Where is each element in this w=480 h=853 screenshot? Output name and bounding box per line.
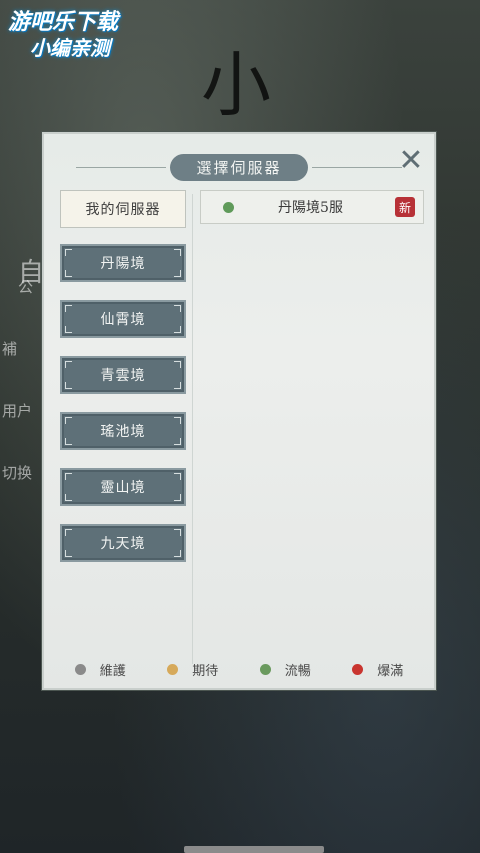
region-label: 靈山境 — [100, 480, 146, 496]
legend-dot-red — [352, 663, 364, 675]
server-select-dialog: 選擇伺服器 ✕ 我的伺服器 丹陽境 仙霄境 青雲境 瑤池境 靈山境 九天境 丹陽… — [42, 132, 436, 690]
legend-expected: 期待 — [167, 660, 218, 679]
close-x-icon: ✕ — [398, 143, 424, 178]
legend-label: 期待 — [192, 663, 219, 679]
background-title-glyph: 小 — [201, 44, 271, 126]
watermark-line-2: 小编亲测 — [30, 36, 110, 60]
legend-dot-yellow — [167, 663, 179, 675]
region-tab-yaochi[interactable]: 瑤池境 — [60, 412, 186, 450]
region-label: 九天境 — [100, 536, 146, 552]
region-list: 我的伺服器 丹陽境 仙霄境 青雲境 瑤池境 靈山境 九天境 — [60, 190, 188, 562]
status-legend: 維護 期待 流暢 爆滿 — [44, 656, 434, 682]
region-label: 青雲境 — [100, 368, 146, 384]
bg-side-text-2: 公 — [18, 278, 34, 296]
bg-side-text-5: 切换 — [2, 464, 33, 482]
legend-dot-green — [259, 663, 271, 675]
legend-label: 爆滿 — [377, 663, 404, 679]
region-tab-lingshan[interactable]: 靈山境 — [60, 468, 186, 506]
legend-label: 維護 — [99, 663, 126, 679]
title-ornament-right — [311, 166, 402, 168]
watermark-line-1: 游吧乐下载 — [8, 10, 119, 35]
bg-side-text-4: 用户 — [2, 402, 33, 420]
column-divider — [192, 194, 193, 664]
legend-full: 爆滿 — [352, 660, 403, 679]
bg-side-text-3: 補 — [2, 340, 18, 358]
my-servers-tab[interactable]: 我的伺服器 — [60, 190, 186, 228]
region-label: 丹陽境 — [100, 256, 146, 272]
region-tab-qingyun[interactable]: 青雲境 — [60, 356, 186, 394]
home-indicator — [184, 846, 324, 853]
dialog-title: 選擇伺服器 — [170, 153, 308, 181]
close-button[interactable]: ✕ — [394, 144, 428, 178]
region-tab-xianxiao[interactable]: 仙霄境 — [60, 300, 186, 338]
server-item[interactable]: 丹陽境5服 新 — [200, 190, 424, 224]
legend-smooth: 流暢 — [259, 660, 311, 679]
legend-label: 流暢 — [284, 663, 311, 679]
dialog-header: 選擇伺服器 — [44, 153, 434, 181]
server-status-dot — [223, 201, 234, 213]
region-tab-danyang[interactable]: 丹陽境 — [60, 244, 186, 282]
server-name: 丹陽境5服 — [278, 200, 343, 216]
watermark: 游吧乐下载 小编亲测 — [8, 10, 158, 60]
region-label: 瑤池境 — [100, 424, 146, 440]
region-label: 仙霄境 — [100, 312, 146, 328]
title-ornament-left — [76, 166, 167, 168]
region-tab-jiutian[interactable]: 九天境 — [60, 524, 186, 562]
legend-maintenance: 維護 — [74, 660, 126, 679]
legend-dot-gray — [74, 663, 86, 675]
new-server-badge: 新 — [395, 197, 415, 217]
